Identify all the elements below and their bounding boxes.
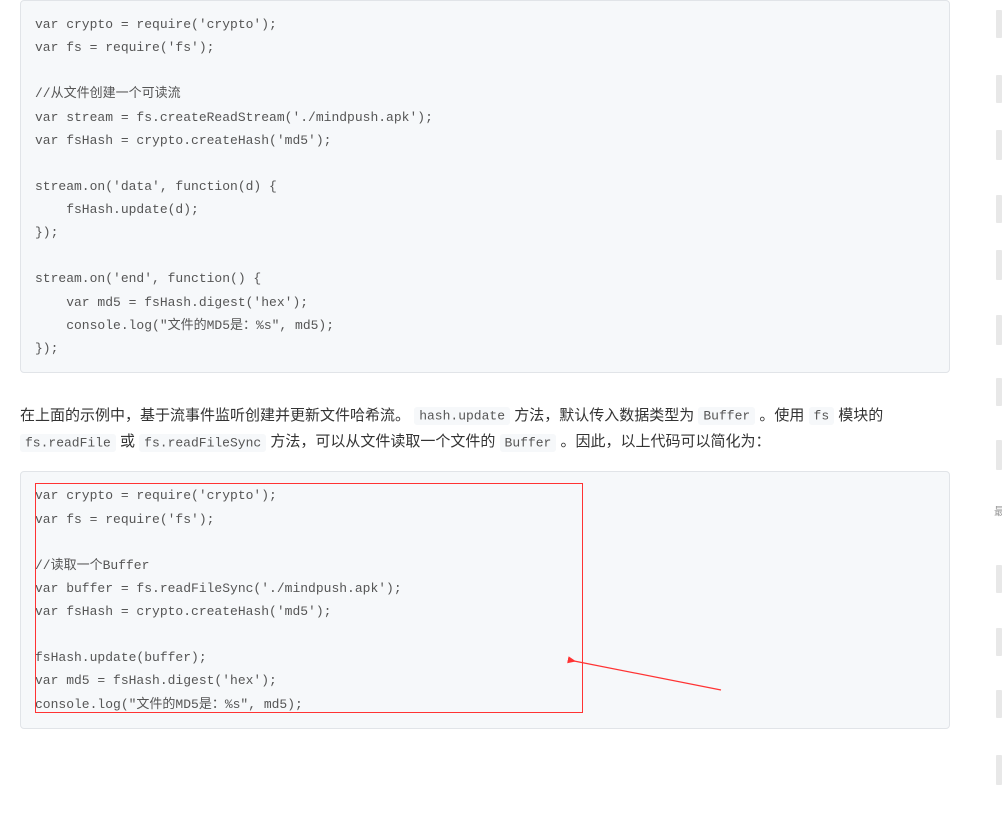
main-column: var crypto = require('crypto'); var fs =…	[0, 0, 970, 818]
sidebar-marker	[996, 75, 1002, 103]
sidebar-marker	[996, 130, 1002, 160]
sidebar-marker	[996, 10, 1002, 38]
sidebar-marker	[996, 195, 1002, 223]
inline-code-hash-update: hash.update	[414, 407, 510, 425]
inline-code-buffer-2: Buffer	[500, 434, 557, 452]
inline-code-readfile: fs.readFile	[20, 434, 116, 452]
para-text: 方法，可以从文件读取一个文件的	[270, 433, 499, 450]
inline-code-fs: fs	[809, 407, 835, 425]
sidebar-marker	[996, 690, 1002, 718]
code-block-2[interactable]: var crypto = require('crypto'); var fs =…	[20, 471, 950, 728]
inline-code-buffer: Buffer	[698, 407, 755, 425]
para-text: 。因此，以上代码可以简化为：	[561, 433, 771, 450]
page-container: var crypto = require('crypto'); var fs =…	[0, 0, 1002, 818]
code-content-2: var crypto = require('crypto'); var fs =…	[35, 488, 402, 711]
para-text: 或	[120, 433, 139, 450]
para-text: 在上面的示例中，基于流事件监听创建并更新文件哈希流。	[20, 407, 410, 424]
code-block-1[interactable]: var crypto = require('crypto'); var fs =…	[20, 0, 950, 373]
sidebar-marker	[996, 315, 1002, 345]
sidebar-marker	[996, 755, 1002, 785]
para-text: 模块的	[838, 407, 883, 424]
sidebar-marker	[996, 628, 1002, 656]
code-content-1: var crypto = require('crypto'); var fs =…	[35, 17, 433, 356]
sidebar-column: 最	[970, 0, 1002, 818]
sidebar-marker	[996, 378, 1002, 406]
para-text: 方法，默认传入数据类型为	[514, 407, 698, 424]
sidebar-marker	[996, 565, 1002, 593]
paragraph-explanation: 在上面的示例中，基于流事件监听创建并更新文件哈希流。 hash.update 方…	[20, 403, 950, 456]
sidebar-marker	[996, 250, 1002, 280]
inline-code-readfilesync: fs.readFileSync	[139, 434, 266, 452]
para-text: 。使用	[759, 407, 808, 424]
sidebar-marker	[996, 440, 1002, 470]
